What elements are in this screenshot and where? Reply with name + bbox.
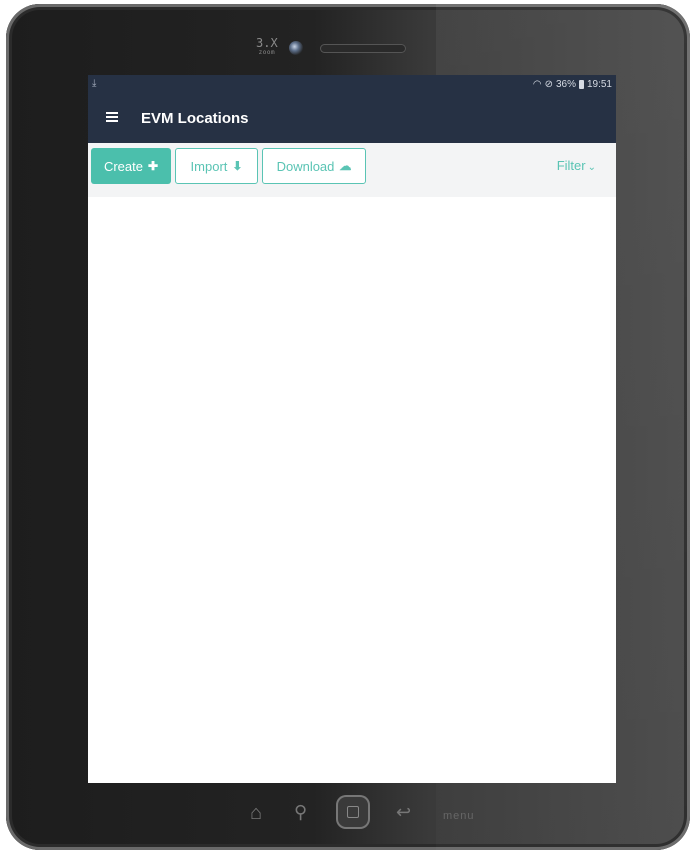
download-button-label: Download — [276, 158, 335, 174]
status-icons: ◠ ⊘ 36% 19:51 — [533, 79, 612, 90]
camera-icon — [289, 41, 303, 55]
home-icon[interactable]: ⌂ — [250, 802, 262, 825]
app-bar: EVM Locations — [88, 95, 616, 143]
filter-dropdown[interactable]: Filter ⌄ — [557, 158, 596, 173]
battery-icon — [578, 80, 584, 89]
do-not-disturb-icon: ⊘ — [544, 79, 553, 90]
home-button-square — [347, 806, 359, 818]
page-title: EVM Locations — [141, 110, 249, 127]
cloud-download-icon: ☁ — [339, 159, 352, 173]
wifi-icon: ◠ — [532, 79, 542, 90]
device-nav-bar: ⌂ ⚲ ↩ menu — [0, 790, 690, 840]
back-icon[interactable]: ↩ — [396, 802, 411, 823]
download-icon: ⤓ — [92, 78, 97, 89]
status-time: 19:51 — [586, 79, 612, 90]
menu-button[interactable]: menu — [443, 810, 475, 822]
battery-percent: 36% — [555, 79, 576, 90]
speaker-grille — [320, 44, 406, 53]
create-button[interactable]: Create ✚ — [91, 148, 171, 184]
import-button-label: Import — [190, 158, 228, 174]
action-toolbar: Create ✚ Import ⬇ Download ☁ Filter ⌄ — [88, 143, 616, 197]
import-button[interactable]: Import ⬇ — [175, 148, 258, 184]
plus-icon: ✚ — [147, 159, 159, 173]
zoom-label-sub: zoom — [258, 49, 276, 56]
download-tray-icon: ⬇ — [232, 159, 243, 173]
chevron-down-icon: ⌄ — [587, 162, 596, 173]
zoom-label: 3.X zoom — [256, 37, 278, 58]
hamburger-icon[interactable] — [106, 112, 118, 122]
search-icon[interactable]: ⚲ — [294, 802, 307, 823]
home-button[interactable] — [336, 795, 370, 829]
create-button-label: Create — [103, 158, 143, 174]
app-screen: ⤓ ◠ ⊘ 36% 19:51 EVM Locations Create ✚ I… — [88, 75, 616, 783]
filter-label: Filter — [556, 158, 586, 173]
status-bar: ⤓ ◠ ⊘ 36% 19:51 — [88, 75, 616, 95]
download-button[interactable]: Download ☁ — [262, 148, 366, 184]
